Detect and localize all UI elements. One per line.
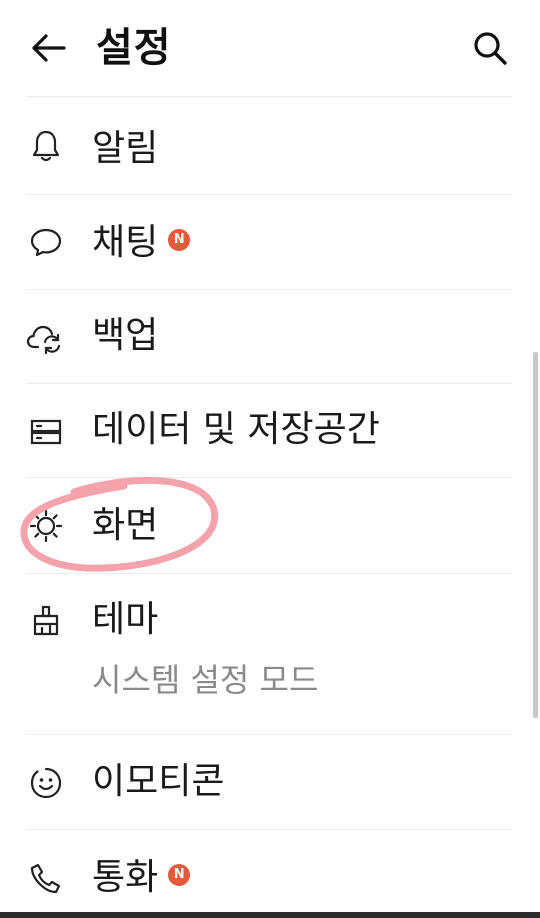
chat-bubble-icon (22, 218, 70, 266)
menu-item-text: 채팅 (92, 222, 159, 263)
scrollbar[interactable] (533, 352, 538, 718)
new-badge: N (168, 229, 191, 251)
system-navigation-bar (0, 912, 540, 918)
search-icon (474, 32, 507, 65)
theme-mode-subtitle: 시스템 설정 모드 (92, 661, 319, 699)
menu-item-label: 통화 N (92, 854, 191, 902)
menu-item-label: 이모티콘 (92, 761, 225, 802)
bell-icon (22, 122, 70, 170)
menu-item-text: 통화 (92, 857, 159, 898)
cloud-sync-icon (22, 314, 70, 362)
phone-icon (22, 854, 70, 902)
menu-item-label: 백업 (92, 315, 159, 356)
menu-item-label: 데이터 및 저장공간 (92, 409, 380, 450)
menu-item-chat[interactable]: 채팅 N (0, 195, 540, 289)
menu-item-label: 알림 (92, 128, 159, 169)
arrow-left-icon (32, 34, 66, 62)
menu-item-display[interactable]: 화면 (0, 478, 540, 573)
search-button[interactable] (466, 26, 514, 70)
paint-brush-icon (22, 597, 70, 645)
menu-item-notifications[interactable]: 알림 (0, 97, 540, 194)
brightness-icon (22, 502, 70, 550)
menu-item-label: 테마 (92, 599, 159, 640)
menu-item-label: 채팅 N (92, 219, 191, 267)
menu-item-backup[interactable]: 백업 (0, 290, 540, 383)
page-title: 설정 (96, 25, 172, 71)
smiley-icon (22, 759, 70, 807)
menu-item-label: 화면 (92, 505, 159, 546)
new-badge: N (168, 864, 191, 886)
storage-icon (22, 408, 70, 456)
menu-item-call[interactable]: 통화 N (0, 830, 540, 912)
menu-item-emoticon[interactable]: 이모티콘 (0, 735, 540, 829)
back-button[interactable] (26, 28, 70, 68)
menu-item-data-storage[interactable]: 데이터 및 저장공간 (0, 384, 540, 477)
menu-item-theme[interactable]: 테마 시스템 설정 모드 (0, 574, 540, 734)
app-header: 설정 (0, 0, 540, 96)
